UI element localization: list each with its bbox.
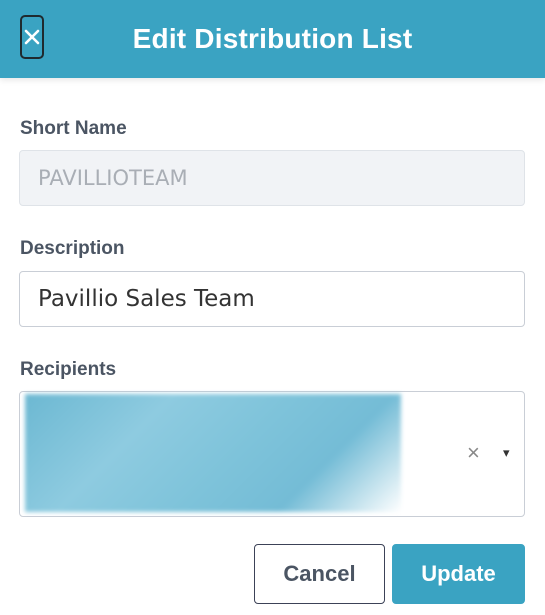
recipients-select[interactable]: × ▾	[19, 391, 525, 517]
recipients-label: Recipients	[20, 359, 117, 380]
short-name-label: Short Name	[20, 118, 127, 139]
close-button[interactable]	[20, 15, 44, 59]
short-name-field: PAVILLIOTEAM	[19, 150, 525, 206]
description-value: Pavillio Sales Team	[38, 286, 255, 312]
chevron-down-icon[interactable]: ▾	[503, 446, 510, 460]
cancel-button[interactable]: Cancel	[254, 544, 385, 604]
short-name-value: PAVILLIOTEAM	[38, 166, 188, 190]
close-icon	[24, 29, 40, 45]
description-label: Description	[20, 238, 125, 259]
edit-distribution-list-modal: Edit Distribution List Short Name PAVILL…	[0, 0, 545, 615]
modal-header: Edit Distribution List	[0, 0, 545, 78]
recipients-selected-values[interactable]	[25, 394, 401, 512]
modal-title: Edit Distribution List	[132, 23, 413, 54]
description-field[interactable]: Pavillio Sales Team	[19, 271, 525, 327]
clear-icon[interactable]: ×	[467, 442, 480, 464]
update-button[interactable]: Update	[392, 544, 525, 604]
